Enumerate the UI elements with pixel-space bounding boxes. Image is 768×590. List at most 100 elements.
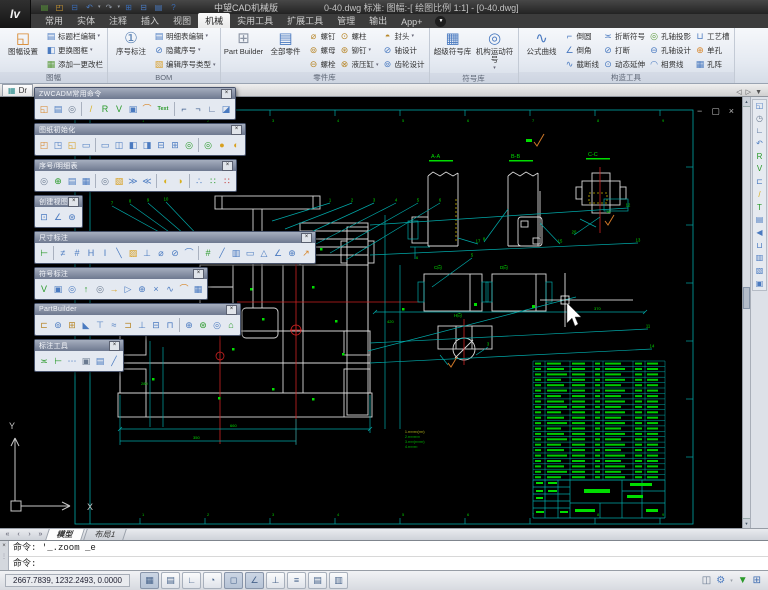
dropdown-arrow-icon[interactable]: ▾ [730,576,733,586]
tool-icon[interactable]: / [753,189,766,202]
toolbar-titlebar[interactable]: 符号标注× [35,268,207,279]
app-logo-icon[interactable]: Iv [0,0,31,28]
tool-icon[interactable]: ▧ [753,265,766,278]
toolbar-icon[interactable]: ◎ [201,137,215,153]
toolbar-icon[interactable]: V [37,281,51,297]
tool-icon[interactable]: ⊔ [753,240,766,253]
ribbon-button-机构运动符号[interactable]: ◎机构运动符号▾ [474,29,516,73]
tool-icon[interactable]: ▣ [753,278,766,291]
toolbar-icon[interactable]: ⌂ [224,317,238,333]
toolbar-icon[interactable]: ◎ [182,137,196,153]
tool-icon[interactable]: ▤ [753,214,766,227]
toolbar-icon[interactable]: ∟ [205,101,219,117]
tool-icon[interactable]: ◱ [753,100,766,113]
doc-tab-arrow-icon[interactable]: ▼ [755,89,762,96]
toolbar-icon[interactable]: ≍ [37,353,51,369]
toolbar-icon[interactable]: ◳ [51,137,65,153]
toolbar-icon[interactable]: R [98,101,112,117]
toolbar-icon[interactable]: ▣ [126,101,140,117]
ribbon-item-螺母[interactable]: ⊚螺母 [309,44,336,57]
toolbar-titlebar[interactable]: 图纸初始化× [35,124,245,135]
document-tab[interactable]: ▦ Dr [2,84,33,96]
status-icon-fullscreen[interactable]: ⊞ [753,574,761,588]
status-icon-annoscale[interactable]: ▼ [738,574,748,588]
layout-nav-arrow-icon[interactable]: ‹ [14,531,23,538]
doc-tab-arrow-icon[interactable]: ▷ [746,88,751,96]
close-icon[interactable]: × [729,106,734,117]
toolbar-icon[interactable]: ⊛ [196,317,210,333]
status-toggle-quickprop[interactable]: ▤ [308,572,327,589]
toolbar-icon[interactable]: ◧ [126,137,140,153]
toolbar-icon[interactable]: ◣ [79,317,93,333]
layout-tab-布局1[interactable]: 布局1 [83,529,127,540]
ribbon-item-工艺槽[interactable]: ⊔工艺槽 [695,30,730,43]
ribbon-button-图幅设置[interactable]: ◱图幅设置 [2,29,44,72]
toolbar-icon[interactable]: ∴ [192,173,206,189]
vertical-scrollbar[interactable]: ▲ ▼ [742,97,750,528]
ribbon-item-铆钉[interactable]: ⊛铆钉▾ [340,44,379,57]
close-icon[interactable]: × [2,542,6,549]
status-icon-taskview[interactable]: ◫ [702,574,711,588]
status-toggle-polar[interactable]: ◔ [203,572,222,589]
tab-机械[interactable]: 机械 [198,13,230,28]
toolbar-icon[interactable]: → [107,281,121,297]
ribbon-item-编辑序号类型[interactable]: ▧编辑序号类型▾ [154,58,216,71]
status-toggle-grid[interactable]: ▤ [161,572,180,589]
toolbar-titlebar[interactable]: 序号/明细表× [35,160,236,171]
close-icon[interactable]: × [68,197,79,207]
ribbon-item-螺钉[interactable]: ⌀螺钉 [309,30,336,43]
toolbar-icon[interactable]: ▣ [79,353,93,369]
ribbon-item-明细表编辑[interactable]: ▤明细表编辑▾ [154,30,216,43]
drag-grip-icon[interactable]: ⋮ [1,553,7,560]
qat-print-icon[interactable]: ⊞ [122,2,135,13]
toolbar-titlebar[interactable]: 尺寸标注× [35,232,315,243]
toolbar-icon[interactable]: ▭ [243,245,257,261]
ribbon-item-轴设计[interactable]: ⊘轴设计 [383,44,425,57]
ribbon-item-标题栏编辑[interactable]: ▤标题栏编辑▾ [46,30,103,43]
ribbon-item-孔阵[interactable]: ▦孔阵 [695,58,730,71]
tab-视图[interactable]: 视图 [166,13,198,28]
ribbon-item-孔轴设计[interactable]: ⊖孔轴设计 [649,44,691,57]
toolbar-icon[interactable]: ⊕ [51,173,65,189]
toolbar-icon[interactable]: ⌒ [140,101,154,117]
toolbar-icon[interactable]: ▤ [65,173,79,189]
layout-nav-arrow-icon[interactable]: › [25,531,34,538]
toolbar-titlebar[interactable]: PartBuilder× [35,304,240,315]
status-toggle-snap[interactable]: ▦ [140,572,159,589]
layout-tab-模型[interactable]: 模型 [45,529,85,540]
toolbar-icon[interactable]: ◎ [65,281,79,297]
toolbar-icon[interactable]: ◪ [219,101,233,117]
toolbar-icon[interactable]: ▦ [191,281,205,297]
toolbar-icon[interactable]: ⌐ [177,101,191,117]
qat-undo-icon[interactable]: ↶ [83,2,96,13]
toolbar-icon[interactable]: ▤ [51,101,65,117]
toolbar-icon[interactable]: ≈ [107,317,121,333]
ribbon-button-Part Builder[interactable]: ⊞Part Builder [223,29,265,72]
ribbon-item-动态延伸[interactable]: ⊙动态延伸 [603,58,645,71]
tool-icon[interactable]: T [753,202,766,215]
status-toggle-lwt[interactable]: ≡ [287,572,306,589]
tool-icon[interactable]: R [753,151,766,164]
toolbar-icon[interactable]: ⊘ [168,245,182,261]
toolbar-titlebar[interactable]: ZWCADM常用命令× [35,88,235,99]
status-toggle-selcycle[interactable]: ▥ [329,572,348,589]
qat-preview-icon[interactable]: ▤ [152,2,165,13]
ribbon-item-添加一更改栏[interactable]: ▦添加一更改栏 [46,58,103,71]
toolbar-icon[interactable]: ◐ [229,137,243,153]
close-icon[interactable]: × [301,233,312,243]
ribbon-item-孔轴投影[interactable]: ◎孔轴投影 [649,30,691,43]
dropdown-arrow-icon[interactable]: ▾ [118,2,121,12]
ribbon-item-更换图框[interactable]: ◧更换图框▾ [46,44,103,57]
toolbar-icon[interactable]: ⊞ [65,317,79,333]
tab-管理[interactable]: 管理 [330,13,362,28]
toolbar-icon[interactable]: I [98,245,112,261]
ribbon-item-倒角[interactable]: ∠倒角 [565,44,600,57]
toolbar-icon[interactable]: ⌒ [182,245,196,261]
toolbar-icon[interactable]: ⊤ [93,317,107,333]
toolbar-icon[interactable]: ⊐ [121,317,135,333]
toolbar-icon[interactable]: ⊥ [140,245,154,261]
toolbar-icon[interactable]: ⌒ [177,281,191,297]
ribbon-button-公式曲线[interactable]: ∿公式曲线 [521,29,563,72]
qat-redo-icon[interactable]: ↷ [103,2,116,13]
tab-实用工具[interactable]: 实用工具 [230,13,280,28]
